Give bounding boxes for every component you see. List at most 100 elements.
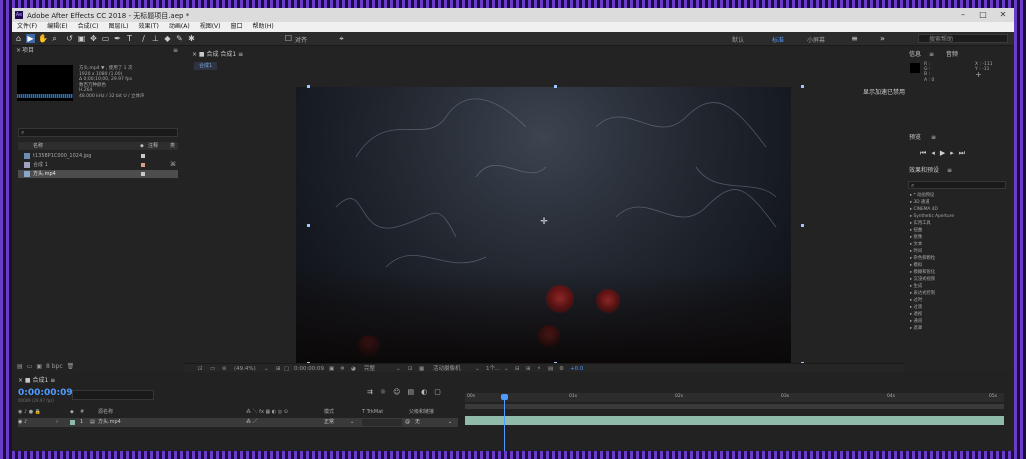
zoom-tool-icon[interactable]: ⌕ — [50, 34, 59, 43]
effects-category[interactable]: ▸ 抠像 — [910, 235, 922, 241]
effects-category[interactable]: ▸ 模糊和锐化 — [910, 270, 935, 276]
project-panel-close-icon[interactable]: × — [16, 46, 21, 55]
expand-icon[interactable]: › — [56, 418, 58, 427]
tab-info-menu-icon[interactable]: ≡ — [929, 51, 934, 58]
effects-category[interactable]: ▸ 沉浸式视频 — [910, 277, 935, 283]
eraser-tool-icon[interactable]: ◆ — [163, 34, 172, 43]
effects-category[interactable]: ▸ 过渡 — [910, 305, 922, 311]
roto-brush-tool-icon[interactable]: ✎ — [175, 34, 184, 43]
layer-duration-bar[interactable] — [465, 416, 1004, 425]
layer-handle[interactable] — [801, 85, 804, 88]
bit-depth-button[interactable]: 8 bpc — [46, 362, 63, 371]
timeline-search-input[interactable] — [72, 390, 154, 400]
play-icon[interactable]: ▶ — [940, 149, 945, 158]
label-color-swatch[interactable] — [141, 154, 145, 158]
layer-handle[interactable] — [307, 85, 310, 88]
first-frame-icon[interactable]: ⏮ — [920, 149, 926, 158]
composition-close-icon[interactable]: × ■ — [192, 51, 207, 58]
menu-layer[interactable]: 图层(L) — [104, 22, 134, 32]
menu-edit[interactable]: 编辑(E) — [42, 22, 72, 32]
workspace-default[interactable]: 默认 — [732, 35, 744, 44]
help-search-input[interactable]: 搜索帮助 — [918, 34, 1008, 43]
col-parent[interactable]: 父级和链接 — [409, 408, 434, 416]
trash-icon[interactable]: 🗑 — [67, 362, 75, 371]
effects-category[interactable]: ▸ * 动画预设 — [910, 193, 934, 199]
menu-view[interactable]: 视图(V) — [195, 22, 226, 32]
minimize-icon[interactable]: – — [956, 10, 970, 20]
menu-effect[interactable]: 效果(T) — [134, 22, 164, 32]
motion-blur-icon[interactable]: ◐ — [421, 388, 427, 396]
new-folder-icon[interactable]: ▭ — [27, 362, 33, 371]
layer-handle[interactable] — [801, 224, 804, 227]
workspace-menu-icon[interactable]: ≡ — [850, 34, 859, 43]
parent-select[interactable]: 无 — [415, 418, 420, 427]
graph-editor-icon[interactable]: ▢ — [434, 388, 441, 396]
menu-window[interactable]: 窗口 — [225, 22, 247, 32]
anchor-point-icon[interactable]: ✛ — [539, 217, 549, 227]
effects-category[interactable]: ▸ 实用工具 — [910, 221, 931, 227]
project-item[interactable]: 合成 1 ⌘ — [18, 161, 178, 169]
next-frame-icon[interactable]: ▸ — [950, 149, 954, 158]
layer-row[interactable]: ◉ ♪ › 1 ▤ 方头.mp4 ⁂ ／ 正常 ⌄ @ 无 ⌄ — [18, 418, 458, 427]
layer-handle[interactable] — [307, 224, 310, 227]
hand-tool-icon[interactable]: ✋ — [38, 34, 48, 43]
brush-tool-icon[interactable]: ∕ — [139, 34, 148, 43]
effects-category[interactable]: ▸ 通道 — [910, 319, 922, 325]
project-search-input[interactable]: ⌕ — [18, 128, 178, 137]
timeline-tab[interactable]: × ■ 合成1 ≡ — [18, 375, 55, 384]
playhead-handle[interactable] — [501, 394, 508, 400]
selection-tool-icon[interactable]: ▶ — [26, 34, 35, 43]
effects-category[interactable]: ▸ Synthetic Aperture — [910, 214, 954, 220]
last-frame-icon[interactable]: ⏭ — [959, 149, 965, 158]
pick-whip-icon[interactable]: @ — [405, 418, 410, 427]
effects-category[interactable]: ▸ 生成 — [910, 284, 922, 290]
effects-menu-icon[interactable]: ≡ — [947, 167, 952, 174]
frame-blending-icon[interactable]: ▤ — [407, 388, 414, 396]
rectangle-tool-icon[interactable]: ▭ — [101, 34, 110, 43]
new-composition-icon[interactable]: ▣ — [36, 362, 42, 371]
visibility-icon[interactable]: ◉ ♪ — [18, 418, 27, 427]
tab-effects[interactable]: 效果和预设 — [909, 167, 939, 174]
effects-category[interactable]: ▸ 文本 — [910, 242, 922, 248]
maximize-icon[interactable]: □ — [976, 10, 990, 20]
layer-name[interactable]: 方头.mp4 — [98, 418, 121, 427]
effects-category[interactable]: ▸ 3D 通道 — [910, 200, 930, 206]
close-icon[interactable]: ✕ — [996, 10, 1010, 20]
shy-icon[interactable]: ☺ — [393, 388, 400, 396]
layer-handle[interactable] — [554, 85, 557, 88]
col-name[interactable]: 名称 — [33, 142, 43, 150]
effects-category[interactable]: ▸ 表达式控制 — [910, 291, 935, 297]
label-color-swatch[interactable] — [141, 163, 145, 167]
trkmat-select[interactable] — [362, 419, 402, 426]
pen-tool-icon[interactable]: ✒ — [113, 34, 122, 43]
col-trkmat[interactable]: T TrkMat — [362, 408, 383, 416]
puppet-tool-icon[interactable]: ✱ — [187, 34, 196, 43]
clone-stamp-tool-icon[interactable]: ⊥ — [151, 34, 160, 43]
menu-animation[interactable]: 动画(A) — [164, 22, 195, 32]
align-checkbox-icon[interactable]: ☐ — [284, 34, 293, 43]
playhead[interactable] — [504, 394, 505, 451]
time-ruler[interactable]: 00s 01s 02s 03s 04s 05s — [465, 393, 1004, 402]
col-mode[interactable]: 模式 — [324, 408, 334, 416]
workspace-overflow-icon[interactable]: » — [878, 34, 887, 43]
effects-category[interactable]: ▸ 杂色和颗粒 — [910, 256, 935, 262]
effects-category[interactable]: ▸ 过时 — [910, 298, 922, 304]
effects-category[interactable]: ▸ CINEMA 4D — [910, 207, 938, 213]
label-color-swatch[interactable] — [70, 420, 75, 425]
effects-category[interactable]: ▸ 遮罩 — [910, 326, 922, 332]
chevron-down-icon[interactable]: ⌄ — [350, 418, 354, 427]
col-type[interactable]: 类 — [170, 142, 175, 150]
snap-icon[interactable]: ⌖ — [337, 34, 346, 43]
menu-help[interactable]: 帮助(H) — [248, 22, 279, 32]
menu-file[interactable]: 文件(F) — [12, 22, 42, 32]
chevron-down-icon[interactable]: ⌄ — [448, 418, 452, 427]
timeline-close-icon[interactable]: × ■ — [18, 377, 33, 384]
composition-menu-icon[interactable]: ≡ — [238, 51, 243, 58]
col-comment[interactable]: 注释 — [148, 142, 158, 150]
composition-tab[interactable]: × ■ 合成 合成1 ≡ — [192, 49, 243, 58]
preview-menu-icon[interactable]: ≡ — [931, 134, 936, 141]
effects-category[interactable]: ▸ 扭曲 — [910, 228, 922, 234]
previous-frame-icon[interactable]: ◂ — [931, 149, 935, 158]
workspace-small-screen[interactable]: 小屏幕 — [807, 35, 825, 44]
project-item[interactable]: 方头.mp4 — [18, 170, 178, 178]
